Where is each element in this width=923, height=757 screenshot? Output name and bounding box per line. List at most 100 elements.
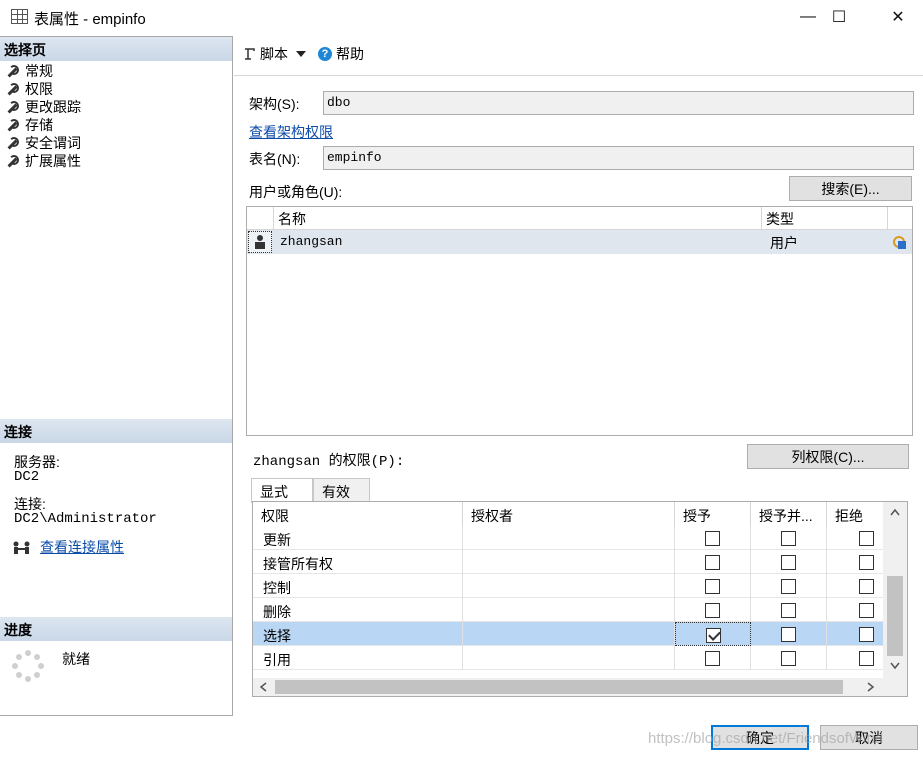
window-title: 表属性 - empinfo bbox=[34, 11, 146, 28]
table-row[interactable]: 接管所有权 bbox=[253, 550, 883, 574]
horizontal-scroll-thumb[interactable] bbox=[275, 680, 843, 694]
deny-checkbox[interactable] bbox=[859, 627, 874, 642]
grant-cell bbox=[675, 646, 751, 670]
table-row[interactable]: 删除 bbox=[253, 598, 883, 622]
perm-column-grant[interactable]: 授予 bbox=[675, 502, 751, 526]
perm-column-permission[interactable]: 权限 bbox=[253, 502, 463, 526]
perm-column-deny[interactable]: 拒绝 bbox=[827, 502, 883, 526]
page-label: 安全谓词 bbox=[25, 135, 81, 151]
script-label: 脚本 bbox=[260, 46, 288, 62]
perm-column-grantor[interactable]: 授权者 bbox=[463, 502, 675, 526]
maximize-button[interactable]: ☐ bbox=[816, 0, 862, 34]
with-grant-checkbox[interactable] bbox=[781, 627, 796, 642]
grant-checkbox[interactable] bbox=[705, 555, 720, 570]
perm-grantor bbox=[463, 574, 675, 598]
vertical-scroll-thumb[interactable] bbox=[887, 576, 903, 656]
perm-grantor bbox=[463, 646, 675, 670]
view-connection-link[interactable]: 查看连接属性 bbox=[40, 537, 124, 557]
scroll-left-icon[interactable] bbox=[259, 682, 267, 692]
wrench-icon bbox=[6, 118, 19, 132]
grant-checkbox[interactable] bbox=[705, 603, 720, 618]
page-item-extended-properties[interactable]: 扩展属性 bbox=[6, 152, 81, 170]
perm-name: 更新 bbox=[253, 526, 463, 550]
toolbar: 脚本 ? 帮助 bbox=[234, 36, 923, 76]
title-bar: 表属性 - empinfo — ☐ ✕ bbox=[0, 0, 923, 36]
deny-cell bbox=[827, 574, 883, 598]
table-row[interactable]: 控制 bbox=[253, 574, 883, 598]
deny-checkbox[interactable] bbox=[859, 603, 874, 618]
table-name-field[interactable]: empinfo bbox=[323, 146, 914, 170]
help-icon: ? bbox=[318, 47, 332, 61]
schema-field[interactable]: dbo bbox=[323, 91, 914, 115]
deny-checkbox[interactable] bbox=[859, 555, 874, 570]
page-label: 常规 bbox=[25, 63, 53, 79]
help-label: 帮助 bbox=[336, 46, 364, 62]
table-row[interactable]: 引用 bbox=[253, 646, 883, 670]
progress-status: 就绪 bbox=[62, 651, 90, 667]
close-button[interactable]: ✕ bbox=[875, 0, 921, 34]
connection-icon bbox=[13, 541, 30, 554]
grant-cell bbox=[675, 622, 751, 646]
deny-checkbox[interactable] bbox=[859, 531, 874, 546]
perm-column-with-grant[interactable]: 授予并... bbox=[751, 502, 827, 526]
deny-cell bbox=[827, 550, 883, 574]
column-permissions-button[interactable]: 列权限(C)... bbox=[747, 444, 909, 469]
user-icon bbox=[255, 235, 265, 249]
permissions-grid[interactable]: 权限 授权者 授予 授予并... 拒绝 更新 接管所有权 控制 删除 选择 引用 bbox=[252, 501, 908, 697]
horizontal-scrollbar[interactable] bbox=[253, 678, 883, 696]
deny-checkbox[interactable] bbox=[859, 579, 874, 594]
page-item-permissions[interactable]: 权限 bbox=[6, 80, 53, 98]
users-grid-corner bbox=[247, 207, 274, 229]
with-grant-checkbox[interactable] bbox=[781, 531, 796, 546]
left-pane: 选择页 常规 权限 更改跟踪 存储 安全谓词 扩展属性 连接 服务器: DC2 … bbox=[0, 36, 233, 716]
with-grant-checkbox[interactable] bbox=[781, 603, 796, 618]
users-column-name[interactable]: 名称 bbox=[274, 207, 762, 229]
view-connection-properties[interactable]: 查看连接属性 bbox=[12, 537, 124, 557]
table-row[interactable]: 更新 bbox=[253, 526, 883, 550]
with-grant-cell bbox=[751, 598, 827, 622]
table-row-selected[interactable]: 选择 bbox=[253, 622, 883, 646]
grant-checkbox[interactable] bbox=[706, 628, 721, 643]
view-schema-permissions-link[interactable]: 查看架构权限 bbox=[249, 122, 333, 142]
help-button[interactable]: ? 帮助 bbox=[318, 44, 364, 64]
deny-checkbox[interactable] bbox=[859, 651, 874, 666]
table-row[interactable]: zhangsan 用户 bbox=[247, 230, 912, 254]
connection-header: 连接 bbox=[0, 419, 232, 443]
page-item-security-predicates[interactable]: 安全谓词 bbox=[6, 134, 81, 152]
script-button[interactable]: 脚本 bbox=[242, 44, 306, 64]
perm-name: 接管所有权 bbox=[253, 550, 463, 574]
perm-grantor bbox=[463, 598, 675, 622]
wrench-icon bbox=[6, 64, 19, 78]
properties-icon[interactable] bbox=[891, 234, 907, 250]
page-label: 存储 bbox=[25, 117, 53, 133]
page-item-storage[interactable]: 存储 bbox=[6, 116, 53, 134]
search-button[interactable]: 搜索(E)... bbox=[789, 176, 912, 201]
with-grant-checkbox[interactable] bbox=[781, 651, 796, 666]
vertical-scrollbar[interactable] bbox=[883, 502, 907, 678]
tab-effective[interactable]: 有效 bbox=[313, 478, 370, 502]
wrench-icon bbox=[6, 136, 19, 150]
with-grant-checkbox[interactable] bbox=[781, 579, 796, 594]
scroll-right-icon[interactable] bbox=[867, 682, 875, 692]
scroll-corner bbox=[883, 678, 907, 696]
deny-cell bbox=[827, 622, 883, 646]
table-icon bbox=[11, 9, 28, 24]
scroll-up-icon[interactable] bbox=[890, 508, 900, 516]
grant-checkbox[interactable] bbox=[705, 531, 720, 546]
users-column-type[interactable]: 类型 bbox=[762, 207, 888, 229]
server-value: DC2 bbox=[14, 469, 40, 485]
perm-name: 选择 bbox=[253, 622, 463, 646]
dropdown-arrow-icon[interactable] bbox=[296, 50, 306, 58]
page-item-general[interactable]: 常规 bbox=[6, 62, 53, 80]
table-name-label: 表名(N): bbox=[249, 151, 301, 167]
perm-grantor bbox=[463, 550, 675, 574]
grant-checkbox[interactable] bbox=[705, 579, 720, 594]
grant-checkbox[interactable] bbox=[705, 651, 720, 666]
page-item-change-tracking[interactable]: 更改跟踪 bbox=[6, 98, 81, 116]
users-grid[interactable]: 名称 类型 zhangsan 用户 bbox=[246, 206, 913, 436]
scroll-down-icon[interactable] bbox=[890, 662, 900, 670]
tab-explicit[interactable]: 显式 bbox=[251, 478, 313, 503]
with-grant-cell bbox=[751, 646, 827, 670]
wrench-icon bbox=[6, 154, 19, 168]
with-grant-checkbox[interactable] bbox=[781, 555, 796, 570]
